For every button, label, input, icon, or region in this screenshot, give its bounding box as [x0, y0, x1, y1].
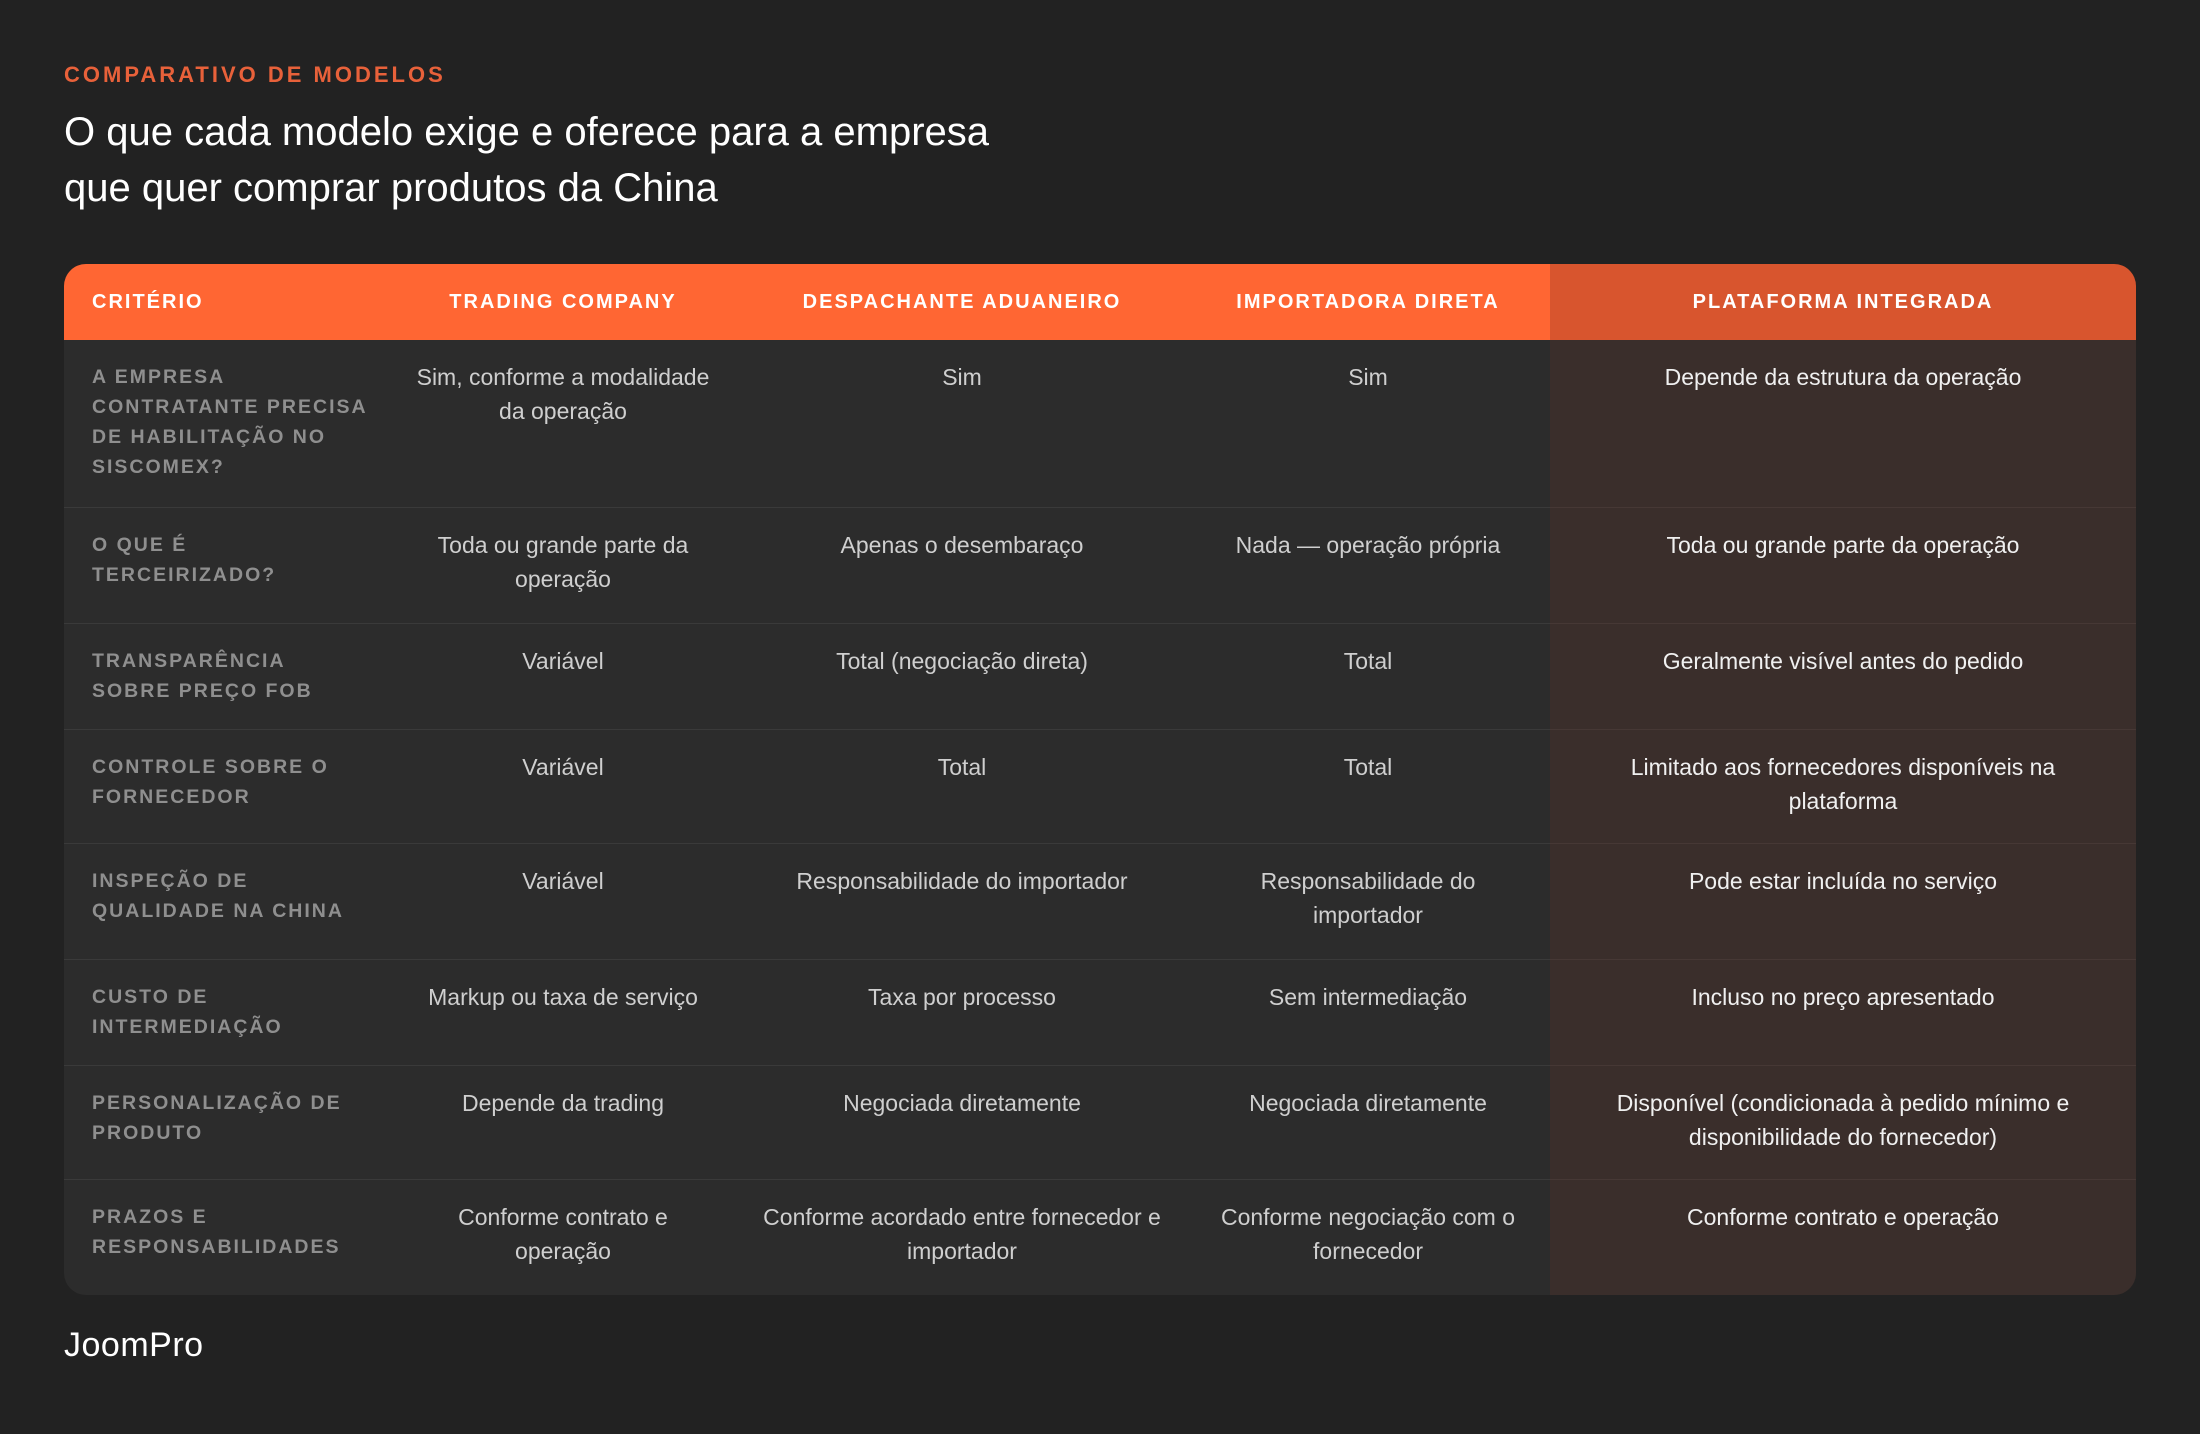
trading-cell: Depende da trading	[388, 1064, 738, 1179]
column-header-despachante-aduaneiro: DESPACHANTE ADUANEIRO	[738, 264, 1186, 340]
table-row: TRANSPARÊNCIA SOBRE PREÇO FOB Variável T…	[64, 622, 2136, 729]
trading-cell: Variável	[388, 728, 738, 843]
trading-cell: Conforme contrato e operação	[388, 1178, 738, 1295]
importadora-cell: Nada — operação própria	[1186, 506, 1550, 623]
despachante-cell: Conforme acordado entre fornecedor e imp…	[738, 1178, 1186, 1295]
criterion-cell: INSPEÇÃO DE QUALIDADE NA CHINA	[64, 842, 388, 959]
plataforma-cell: Incluso no preço apresentado	[1550, 958, 2136, 1065]
trading-cell: Sim, conforme a modalidade da operação	[416, 364, 710, 424]
importadora-cell: Conforme negociação com o fornecedor	[1186, 1178, 1550, 1295]
column-header-plataforma-integrada: PLATAFORMA INTEGRADA	[1550, 264, 2136, 340]
despachante-cell: Total	[738, 728, 1186, 843]
criterion-cell: TRANSPARÊNCIA SOBRE PREÇO FOB	[64, 622, 388, 729]
plataforma-cell: Toda ou grande parte da operação	[1550, 506, 2136, 623]
trading-cell: Variável	[388, 842, 738, 959]
despachante-cell: Taxa por processo	[738, 958, 1186, 1065]
plataforma-cell: Limitado aos fornecedores disponíveis na…	[1550, 728, 2136, 843]
criterion-cell: A EMPRESA CONTRATANTE PRECISA DE HABILIT…	[92, 366, 367, 478]
importadora-cell: Sim	[1348, 364, 1388, 390]
table-row: O QUE É TERCEIRIZADO? Toda ou grande par…	[64, 506, 2136, 623]
comparison-table: CRITÉRIO TRADING COMPANY DESPACHANTE ADU…	[64, 264, 2136, 1295]
table-row: CONTROLE SOBRE O FORNECEDOR Variável Tot…	[64, 728, 2136, 843]
criterion-cell: PRAZOS E RESPONSABILIDADES	[64, 1178, 388, 1295]
criterion-cell: O QUE É TERCEIRIZADO?	[64, 506, 388, 623]
trading-cell: Markup ou taxa de serviço	[388, 958, 738, 1065]
criterion-cell: PERSONALIZAÇÃO DE PRODUTO	[64, 1064, 388, 1179]
column-header-importadora-direta: IMPORTADORA DIRETA	[1186, 264, 1550, 340]
importadora-cell: Responsabilidade do importador	[1186, 842, 1550, 959]
plataforma-cell: Disponível (condicionada à pedido mínimo…	[1550, 1064, 2136, 1179]
despachante-cell: Negociada diretamente	[738, 1064, 1186, 1179]
trading-cell: Variável	[388, 622, 738, 729]
page-title-line-1: O que cada modelo exige e oferece para a…	[64, 110, 990, 154]
table-row: CUSTO DE INTERMEDIAÇÃO Markup ou taxa de…	[64, 958, 2136, 1065]
plataforma-cell: Conforme contrato e operação	[1550, 1178, 2136, 1295]
despachante-cell: Total (negociação direta)	[738, 622, 1186, 729]
importadora-cell: Total	[1186, 622, 1550, 729]
plataforma-cell: Pode estar incluída no serviço	[1550, 842, 2136, 959]
despachante-cell: Responsabilidade do importador	[738, 842, 1186, 959]
joompro-logo: JoomPro	[64, 1326, 204, 1364]
page-title-line-2: que quer comprar produtos da China	[64, 166, 718, 210]
table-row: A EMPRESA CONTRATANTE PRECISA DE HABILIT…	[64, 340, 2136, 507]
plataforma-cell: Depende da estrutura da operação	[1550, 340, 2136, 507]
column-header-trading-company: TRADING COMPANY	[388, 264, 738, 340]
despachante-cell: Sim	[942, 364, 982, 390]
comparison-table-card: CRITÉRIO TRADING COMPANY DESPACHANTE ADU…	[64, 264, 2136, 1295]
trading-cell: Toda ou grande parte da operação	[388, 506, 738, 623]
table-header: CRITÉRIO TRADING COMPANY DESPACHANTE ADU…	[64, 264, 2136, 340]
table-row: PERSONALIZAÇÃO DE PRODUTO Depende da tra…	[64, 1064, 2136, 1179]
criterion-cell: CUSTO DE INTERMEDIAÇÃO	[64, 958, 388, 1065]
criterion-cell: CONTROLE SOBRE O FORNECEDOR	[64, 728, 388, 843]
table-row: INSPEÇÃO DE QUALIDADE NA CHINA Variável …	[64, 842, 2136, 959]
table-body: A EMPRESA CONTRATANTE PRECISA DE HABILIT…	[64, 340, 2136, 1295]
despachante-cell: Apenas o desembaraço	[738, 506, 1186, 623]
column-header-criterio: CRITÉRIO	[64, 264, 388, 340]
plataforma-cell: Geralmente visível antes do pedido	[1550, 622, 2136, 729]
importadora-cell: Sem intermediação	[1186, 958, 1550, 1065]
table-row: PRAZOS E RESPONSABILIDADES Conforme cont…	[64, 1178, 2136, 1295]
eyebrow-label: COMPARATIVO DE MODELOS	[64, 62, 446, 87]
page-title: O que cada modelo exige e oferece para a…	[64, 104, 1164, 216]
table-header-row: CRITÉRIO TRADING COMPANY DESPACHANTE ADU…	[64, 264, 2136, 340]
importadora-cell: Total	[1186, 728, 1550, 843]
importadora-cell: Negociada diretamente	[1186, 1064, 1550, 1179]
